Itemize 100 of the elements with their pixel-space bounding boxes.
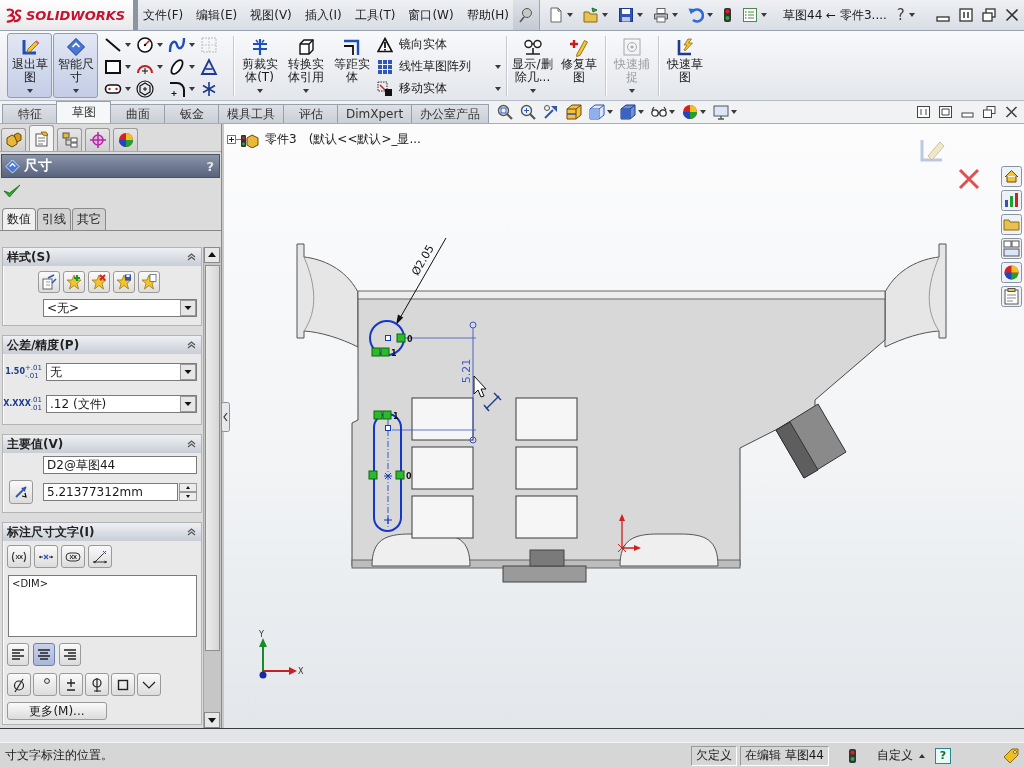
close-icon[interactable] (1005, 8, 1019, 22)
dropdown-caret-icon[interactable] (567, 13, 573, 17)
rectangle-icon[interactable] (104, 58, 122, 76)
align-left-button[interactable] (7, 643, 29, 666)
color-sphere-icon[interactable] (682, 104, 699, 120)
precision-dropdown[interactable]: .12 (文件) (46, 395, 197, 413)
spin-up-icon[interactable] (179, 483, 197, 492)
zoom-fit-icon[interactable] (497, 104, 514, 120)
display-relations-button[interactable]: 显示/删除几... (510, 33, 555, 98)
close-icon[interactable] (1005, 106, 1018, 118)
dropdown-caret-icon[interactable] (189, 87, 195, 91)
ok-check-icon[interactable] (3, 183, 21, 199)
more-button[interactable]: 更多(M)... (7, 702, 107, 720)
help-button[interactable]: ? (896, 7, 905, 23)
section-header[interactable]: 标注尺寸文字(I) (3, 523, 201, 541)
section-cube-icon[interactable] (566, 104, 583, 120)
load-style-button[interactable] (138, 271, 160, 293)
section-header[interactable]: 主要值(V) (3, 435, 201, 453)
vertical-scrollbar[interactable] (203, 247, 221, 728)
collapse-chevron-icon[interactable] (187, 528, 196, 536)
reverse-direction-button[interactable] (9, 480, 33, 504)
dropdown-caret-icon[interactable] (157, 65, 163, 69)
dropdown-caret-icon[interactable] (495, 86, 501, 91)
view-palette-icon[interactable] (1001, 238, 1022, 259)
section-header[interactable]: 样式(S) (3, 248, 201, 266)
dimxpert-tab[interactable] (85, 128, 110, 151)
dropdown-caret-icon[interactable] (731, 110, 738, 114)
configuration-name[interactable]: (默认<<默认>_显... (308, 131, 421, 148)
align-center-button[interactable] (33, 643, 55, 666)
dropdown-caret-icon[interactable] (669, 110, 676, 114)
diameter-symbol-button[interactable] (7, 673, 31, 696)
zoom-area-icon[interactable] (520, 104, 537, 120)
dropdown-caret-icon[interactable] (761, 13, 767, 17)
rapid-sketch-button[interactable]: 快速草图 (662, 33, 707, 98)
pushpin-icon[interactable] (518, 7, 534, 23)
menu-item[interactable]: 视图(V) (250, 6, 292, 24)
bar-chart-icon[interactable] (1001, 190, 1022, 211)
offset-entities-button[interactable]: 等距实体 (329, 33, 374, 98)
tag-icon[interactable] (1003, 747, 1019, 764)
style-dropdown[interactable]: <无> (43, 299, 197, 317)
menu-item[interactable]: 工具(T) (354, 6, 396, 24)
save-style-button[interactable] (113, 271, 135, 293)
add-parentheses-button[interactable] (7, 545, 31, 568)
dropdown-caret-icon[interactable] (125, 43, 131, 47)
align-right-button[interactable] (59, 643, 81, 666)
apply-style-button[interactable] (38, 271, 60, 293)
menu-item[interactable]: 编辑(E) (196, 6, 238, 24)
menu-item[interactable]: 插入(I) (304, 6, 342, 24)
glasses-icon[interactable] (651, 104, 668, 120)
exit-sketch-button[interactable]: 退出草图 (7, 33, 52, 98)
dimension-value-field[interactable]: 5.21377312mm (43, 483, 178, 501)
property-manager-tab[interactable] (29, 125, 54, 151)
dimension-text-field[interactable]: <DIM> (8, 575, 197, 637)
dropdown-caret-icon[interactable] (607, 110, 614, 114)
menu-item[interactable]: 窗口(W) (408, 6, 454, 24)
restore-icon[interactable] (983, 106, 996, 118)
menu-item[interactable]: 帮助(H) (466, 6, 510, 24)
add-style-button[interactable] (63, 271, 85, 293)
expand-plus-icon[interactable] (227, 135, 236, 144)
feature-tree-tab[interactable] (1, 128, 26, 151)
smart-dimension-button[interactable]: 智能尺寸 (53, 33, 98, 98)
save-icon[interactable] (618, 7, 634, 23)
units-selector[interactable]: 自定义 (877, 747, 925, 764)
part-name[interactable]: 零件3 (265, 131, 297, 148)
panel-subtab[interactable]: 引线 (37, 208, 71, 230)
square-symbol-button[interactable] (111, 673, 135, 696)
dropdown-caret-icon[interactable] (638, 110, 645, 114)
dropdown-caret-icon[interactable] (189, 65, 195, 69)
center-dimension-button[interactable] (34, 545, 58, 568)
cancel-x-icon[interactable] (958, 168, 980, 190)
dropdown-caret-icon[interactable] (256, 89, 263, 93)
configuration-tab[interactable] (57, 128, 82, 151)
tile-icon[interactable] (959, 8, 973, 22)
shaded-cube-icon[interactable] (620, 104, 637, 120)
panel-subtab[interactable]: 其它 (72, 208, 106, 230)
dropdown-caret-icon[interactable] (26, 89, 33, 93)
convert-entities-button[interactable]: 转换实体引用 (283, 33, 328, 98)
dropdown-caret-icon[interactable] (602, 13, 608, 17)
panel-collapse-handle[interactable] (221, 402, 230, 432)
scroll-up-icon[interactable] (204, 247, 220, 263)
tolerance-dropdown[interactable]: 无 (46, 363, 197, 381)
section-header[interactable]: 公差/精度(P) (3, 336, 201, 354)
dropdown-caret-icon[interactable] (637, 13, 643, 17)
traffic-light-icon[interactable] (848, 748, 857, 763)
feature-tab[interactable]: 模具工具 (218, 104, 284, 123)
dropdown-caret-icon[interactable] (672, 13, 678, 17)
centerline-symbol-button[interactable] (85, 673, 109, 696)
spinner-control[interactable] (179, 483, 197, 501)
line-icon[interactable] (104, 36, 122, 54)
feature-tab[interactable]: 曲面 (110, 104, 165, 123)
spline-icon[interactable] (168, 36, 186, 54)
dropdown-caret-icon[interactable] (707, 13, 713, 17)
folder-icon[interactable] (1001, 214, 1022, 235)
letter-a-icon[interactable] (200, 58, 218, 76)
home-icon[interactable] (1001, 166, 1022, 187)
appearance-tab[interactable] (113, 128, 138, 151)
dropdown-caret-icon[interactable] (700, 110, 707, 114)
panel-subtab[interactable]: 数值 (2, 208, 36, 230)
dropdown-caret-icon[interactable] (72, 89, 79, 93)
dropdown-caret-icon[interactable] (908, 13, 915, 17)
